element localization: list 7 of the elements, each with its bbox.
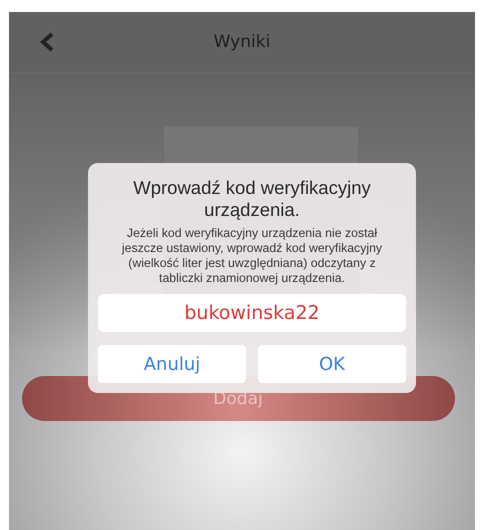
screen-title: Wyniki — [214, 32, 270, 52]
cancel-button[interactable]: Anuluj — [98, 345, 246, 383]
dialog-message: Jeżeli kod weryfikacyjny urządzenia nie został jeszcze ustawiony, wprowadź kod weryfikacyjny (wielkość liter jest uwzględniana) odczytany z tabliczki znamionowej urządzenia. — [120, 226, 384, 286]
back-icon[interactable] — [39, 32, 55, 52]
dialog-title: Wprowadź kod weryfikacyjny urządzenia. — [132, 177, 372, 221]
code-field[interactable]: bukowinska22 — [98, 294, 406, 332]
ok-button[interactable]: OK — [258, 345, 406, 383]
